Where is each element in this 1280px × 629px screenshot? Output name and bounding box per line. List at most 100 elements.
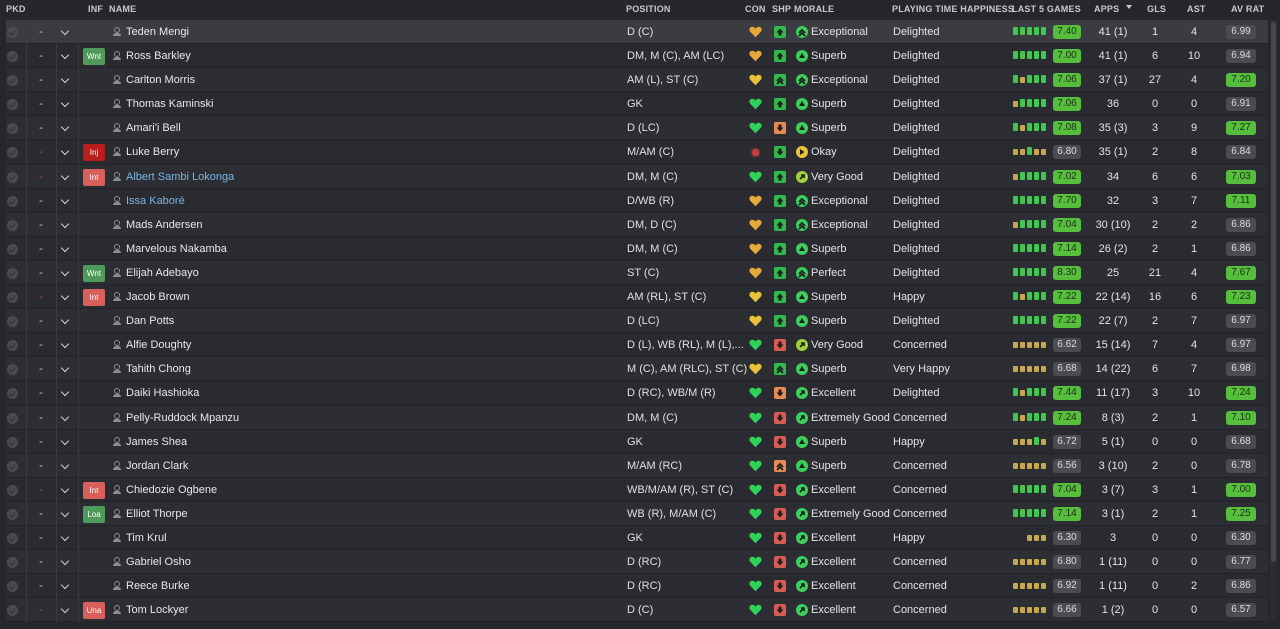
player-name[interactable]: Pelly-Ruddock Mpanzu xyxy=(126,406,239,430)
player-name[interactable]: Albert Sambi Lokonga xyxy=(126,165,234,189)
picked-check-icon[interactable] xyxy=(7,99,18,111)
table-row[interactable]: - Reece Burke D (RC) Excellent Concerned 6.92… xyxy=(6,574,1268,599)
table-row[interactable]: - James Shea GK Superb Happy 6.72 5 (1) 0 0 6.68 xyxy=(6,429,1268,454)
player-name[interactable]: Elliot Thorpe xyxy=(126,502,188,526)
player-name[interactable]: Daiki Hashioka xyxy=(126,381,199,405)
picked-check-icon[interactable] xyxy=(7,219,18,231)
picked-check-icon[interactable] xyxy=(7,27,18,38)
chevron-down-icon[interactable] xyxy=(60,460,70,469)
picked-check-icon[interactable] xyxy=(7,581,18,593)
table-row[interactable]: - Tahith Chong M (C), AM (RLC), ST (C) Supe… xyxy=(6,357,1268,382)
chevron-down-icon[interactable] xyxy=(60,99,70,108)
picked-check-icon[interactable] xyxy=(7,195,18,207)
header-pkd[interactable]: PKD xyxy=(6,4,26,14)
selection-status[interactable]: - xyxy=(36,406,46,430)
chevron-down-icon[interactable] xyxy=(60,219,70,228)
chevron-down-icon[interactable] xyxy=(60,508,70,518)
player-name[interactable]: Alfie Doughty xyxy=(126,333,191,357)
inf-badge[interactable]: Inj xyxy=(83,144,105,162)
selection-status[interactable]: - xyxy=(36,189,46,213)
player-name[interactable]: Gabriel Osho xyxy=(126,550,191,574)
player-name[interactable]: Marvelous Nakamba xyxy=(126,237,227,261)
table-row[interactable]: - Int Albert Sambi Lokonga DM, M (C) Very Go… xyxy=(6,164,1268,189)
picked-check-icon[interactable] xyxy=(7,460,18,472)
picked-check-icon[interactable] xyxy=(7,557,18,569)
selection-status[interactable]: - xyxy=(36,20,46,44)
chevron-down-icon[interactable] xyxy=(60,50,70,60)
header-gls[interactable]: GLS xyxy=(1147,4,1166,14)
table-row[interactable]: - Mads Andersen DM, D (C) Exceptional Deligh… xyxy=(6,212,1268,237)
header-name[interactable]: NAME xyxy=(109,4,136,14)
inf-badge[interactable]: Wnt xyxy=(83,48,105,66)
picked-check-icon[interactable] xyxy=(7,171,18,183)
table-row[interactable]: - Amari'i Bell D (LC) Superb Delighted 7.08 35… xyxy=(6,116,1268,141)
chevron-down-icon[interactable] xyxy=(60,195,70,204)
header-position[interactable]: POSITION xyxy=(626,4,671,14)
player-name[interactable]: Dan Potts xyxy=(126,309,174,333)
chevron-down-icon[interactable] xyxy=(60,291,70,301)
table-row[interactable]: - Int Jacob Brown AM (RL), ST (C) Superb Happ… xyxy=(6,285,1268,310)
inf-badge[interactable]: Una xyxy=(83,602,105,620)
selection-status[interactable]: - xyxy=(36,116,46,140)
selection-status[interactable]: - xyxy=(36,357,46,381)
selection-status[interactable]: - xyxy=(36,44,46,68)
selection-status[interactable]: - xyxy=(36,165,46,189)
header-last-5-games[interactable]: LAST 5 GAMES xyxy=(1012,4,1081,14)
picked-check-icon[interactable] xyxy=(7,340,18,352)
player-name[interactable]: Tahith Chong xyxy=(126,357,191,381)
header-inf[interactable]: INF xyxy=(88,4,103,14)
selection-status[interactable]: - xyxy=(36,237,46,261)
chevron-down-icon[interactable] xyxy=(60,171,70,180)
selection-status[interactable]: - xyxy=(36,261,46,285)
picked-check-icon[interactable] xyxy=(7,605,18,617)
selection-status[interactable]: - xyxy=(36,478,46,502)
chevron-down-icon[interactable] xyxy=(60,436,70,445)
sort-descending-icon[interactable] xyxy=(1126,5,1132,9)
player-name[interactable]: Mads Andersen xyxy=(126,213,202,237)
table-row[interactable]: - Una Tom Lockyer D (C) Excellent Concerned 6.… xyxy=(6,598,1268,623)
picked-check-icon[interactable] xyxy=(7,508,18,520)
inf-badge[interactable]: Wnt xyxy=(83,264,105,282)
player-name[interactable]: Chiedozie Ogbene xyxy=(126,478,217,502)
table-row[interactable]: - Carlton Morris AM (L), ST (C) Exceptional… xyxy=(6,68,1268,93)
inf-badge[interactable]: Int xyxy=(83,168,105,186)
player-name[interactable]: Carlton Morris xyxy=(126,68,195,92)
picked-check-icon[interactable] xyxy=(7,147,18,159)
selection-status[interactable]: - xyxy=(36,598,46,622)
player-name[interactable]: Issa Kaboré xyxy=(126,189,185,213)
selection-status[interactable]: - xyxy=(36,430,46,454)
table-row[interactable]: - Teden Mengi D (C) Exceptional Delighted 7.4… xyxy=(6,20,1268,45)
table-row[interactable]: - Inj Luke Berry M/AM (C) Okay Delighted 6.80 3… xyxy=(6,140,1268,165)
inf-badge[interactable]: Int xyxy=(83,481,105,499)
player-name[interactable]: Elijah Adebayo xyxy=(126,261,199,285)
picked-check-icon[interactable] xyxy=(7,123,18,135)
selection-status[interactable]: - xyxy=(36,454,46,478)
player-name[interactable]: Reece Burke xyxy=(126,574,190,598)
chevron-down-icon[interactable] xyxy=(60,605,70,614)
picked-check-icon[interactable] xyxy=(7,292,18,304)
table-row[interactable]: - Dan Potts D (LC) Superb Delighted 7.22 22 (7… xyxy=(6,309,1268,334)
picked-check-icon[interactable] xyxy=(7,267,18,279)
chevron-down-icon[interactable] xyxy=(60,147,70,156)
selection-status[interactable]: - xyxy=(36,285,46,309)
chevron-down-icon[interactable] xyxy=(60,412,70,421)
picked-check-icon[interactable] xyxy=(7,51,18,63)
selection-status[interactable]: - xyxy=(36,213,46,237)
inf-badge[interactable]: Loa xyxy=(83,505,105,523)
table-row[interactable]: - Alfie Doughty D (L), WB (RL), M (L),... V… xyxy=(6,333,1268,358)
table-row[interactable]: - Issa Kaboré D/WB (R) Exceptional Delighted… xyxy=(6,188,1268,213)
chevron-down-icon[interactable] xyxy=(60,26,70,36)
header-con[interactable]: CON xyxy=(745,4,766,14)
header-av-rat[interactable]: AV RAT xyxy=(1231,4,1264,14)
player-name[interactable]: Teden Mengi xyxy=(126,20,189,44)
table-row[interactable]: - Marvelous Nakamba DM, M (C) Superb Delight… xyxy=(6,236,1268,261)
selection-status[interactable]: - xyxy=(36,333,46,357)
picked-check-icon[interactable] xyxy=(7,532,18,544)
header-apps[interactable]: APPS xyxy=(1094,4,1119,14)
selection-status[interactable]: - xyxy=(36,140,46,164)
picked-check-icon[interactable] xyxy=(7,436,18,448)
chevron-down-icon[interactable] xyxy=(60,388,70,397)
chevron-down-icon[interactable] xyxy=(60,556,70,566)
chevron-down-icon[interactable] xyxy=(60,123,70,132)
header-ast[interactable]: AST xyxy=(1187,4,1206,14)
